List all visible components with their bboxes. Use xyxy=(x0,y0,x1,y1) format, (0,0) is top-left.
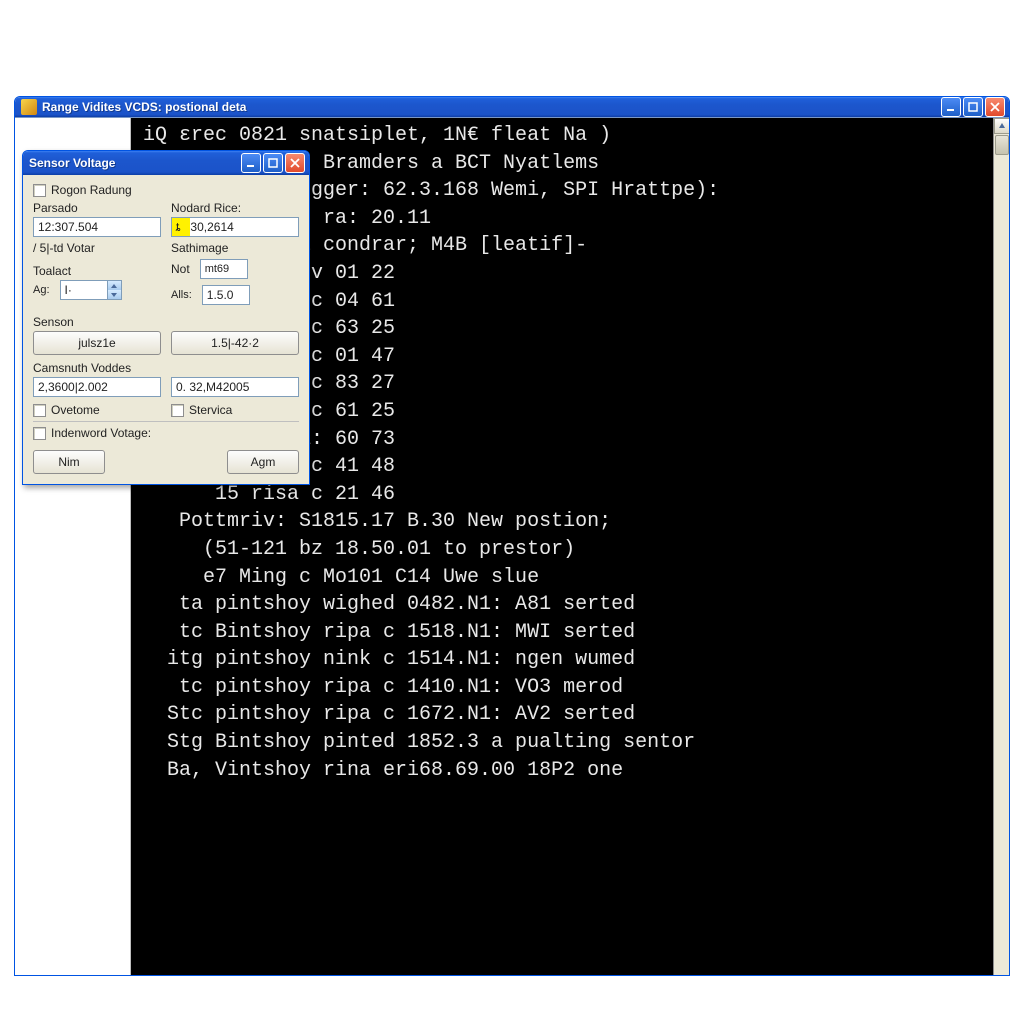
camsnuth-label: Camsnuth Voddes xyxy=(33,361,299,375)
sensor-voltage-dialog: Sensor Voltage Rogon Radung Parsado 12:3… xyxy=(22,150,310,485)
dialog-titlebar[interactable]: Sensor Voltage xyxy=(23,151,309,175)
parsado-input[interactable]: 12:307.504 xyxy=(33,217,161,237)
maximize-button[interactable] xyxy=(963,97,983,117)
camsnuth-right-input[interactable]: 0. 32,M42005 xyxy=(171,377,299,397)
window-controls xyxy=(941,97,1005,117)
julsze-button[interactable]: julsz1e xyxy=(33,331,161,355)
nim-button[interactable]: Nim xyxy=(33,450,105,474)
parsado-label: Parsado xyxy=(33,201,161,215)
stervica-checkbox[interactable]: Stervica xyxy=(171,403,299,417)
dialog-maximize-button[interactable] xyxy=(263,153,283,173)
not-label: Not xyxy=(171,262,190,276)
main-title: Range Vidites VCDS: postional deta xyxy=(42,100,941,114)
spin-down-icon[interactable] xyxy=(108,290,121,299)
ag-spinner[interactable]: I· xyxy=(60,280,122,300)
console-vertical-scrollbar[interactable] xyxy=(993,118,1009,976)
dialog-minimize-button[interactable] xyxy=(241,153,261,173)
ag-input[interactable]: I· xyxy=(60,280,108,300)
spin-up-icon[interactable] xyxy=(108,281,121,290)
close-button[interactable] xyxy=(985,97,1005,117)
rogon-radung-checkbox[interactable]: Rogon Radung xyxy=(33,183,299,197)
divider xyxy=(33,421,299,422)
nodard-group: Nodard Rice: ȶ 30,2614 xyxy=(171,201,299,237)
main-titlebar[interactable]: Range Vidites VCDS: postional deta xyxy=(15,97,1009,117)
rogon-radung-label: Rogon Radung xyxy=(51,183,132,197)
dialog-body: Rogon Radung Parsado 12:307.504 Nodard R… xyxy=(23,175,309,484)
checkbox-box[interactable] xyxy=(171,404,184,417)
ovetome-label: Ovetome xyxy=(51,403,100,417)
scroll-up-icon[interactable] xyxy=(994,118,1009,134)
agm-button[interactable]: Agm xyxy=(227,450,299,474)
ag-label: Ag: xyxy=(33,284,50,296)
alls-input[interactable]: 1.5.0 xyxy=(202,285,250,305)
alls-label: Alls: xyxy=(171,289,192,301)
dialog-title: Sensor Voltage xyxy=(29,156,241,170)
indenword-label: Indenword Votage: xyxy=(51,426,151,440)
num-button[interactable]: 1.5|-42·2 xyxy=(171,331,299,355)
dialog-window-controls xyxy=(241,153,305,173)
checkbox-box[interactable] xyxy=(33,404,46,417)
nodard-input[interactable]: ȶ 30,2614 xyxy=(171,217,299,237)
not-input[interactable]: mt69 xyxy=(200,259,248,279)
senson-label: Senson xyxy=(33,315,299,329)
checkbox-box[interactable] xyxy=(33,184,46,197)
sathimage-label: Sathimage xyxy=(171,241,299,255)
nodard-label: Nodard Rice: xyxy=(171,201,299,215)
stervica-label: Stervica xyxy=(189,403,232,417)
toalact-group: Toalact Ag: I· xyxy=(33,264,161,304)
toalact-label: Toalact xyxy=(33,264,161,278)
parsado-group: Parsado 12:307.504 xyxy=(33,201,161,237)
camsnuth-left-input[interactable]: 2,3600|2.002 xyxy=(33,377,161,397)
not-group: Not mt69 Alls: 1.5.0 xyxy=(171,259,299,309)
scroll-thumb[interactable] xyxy=(995,135,1009,155)
app-icon xyxy=(21,99,37,115)
votar-label: / 5|-td Votar xyxy=(33,241,161,255)
checkbox-box[interactable] xyxy=(33,427,46,440)
spin-buttons[interactable] xyxy=(108,280,122,300)
ovetome-checkbox[interactable]: Ovetome xyxy=(33,403,161,417)
indenword-checkbox[interactable]: Indenword Votage: xyxy=(33,426,299,440)
minimize-button[interactable] xyxy=(941,97,961,117)
dialog-close-button[interactable] xyxy=(285,153,305,173)
